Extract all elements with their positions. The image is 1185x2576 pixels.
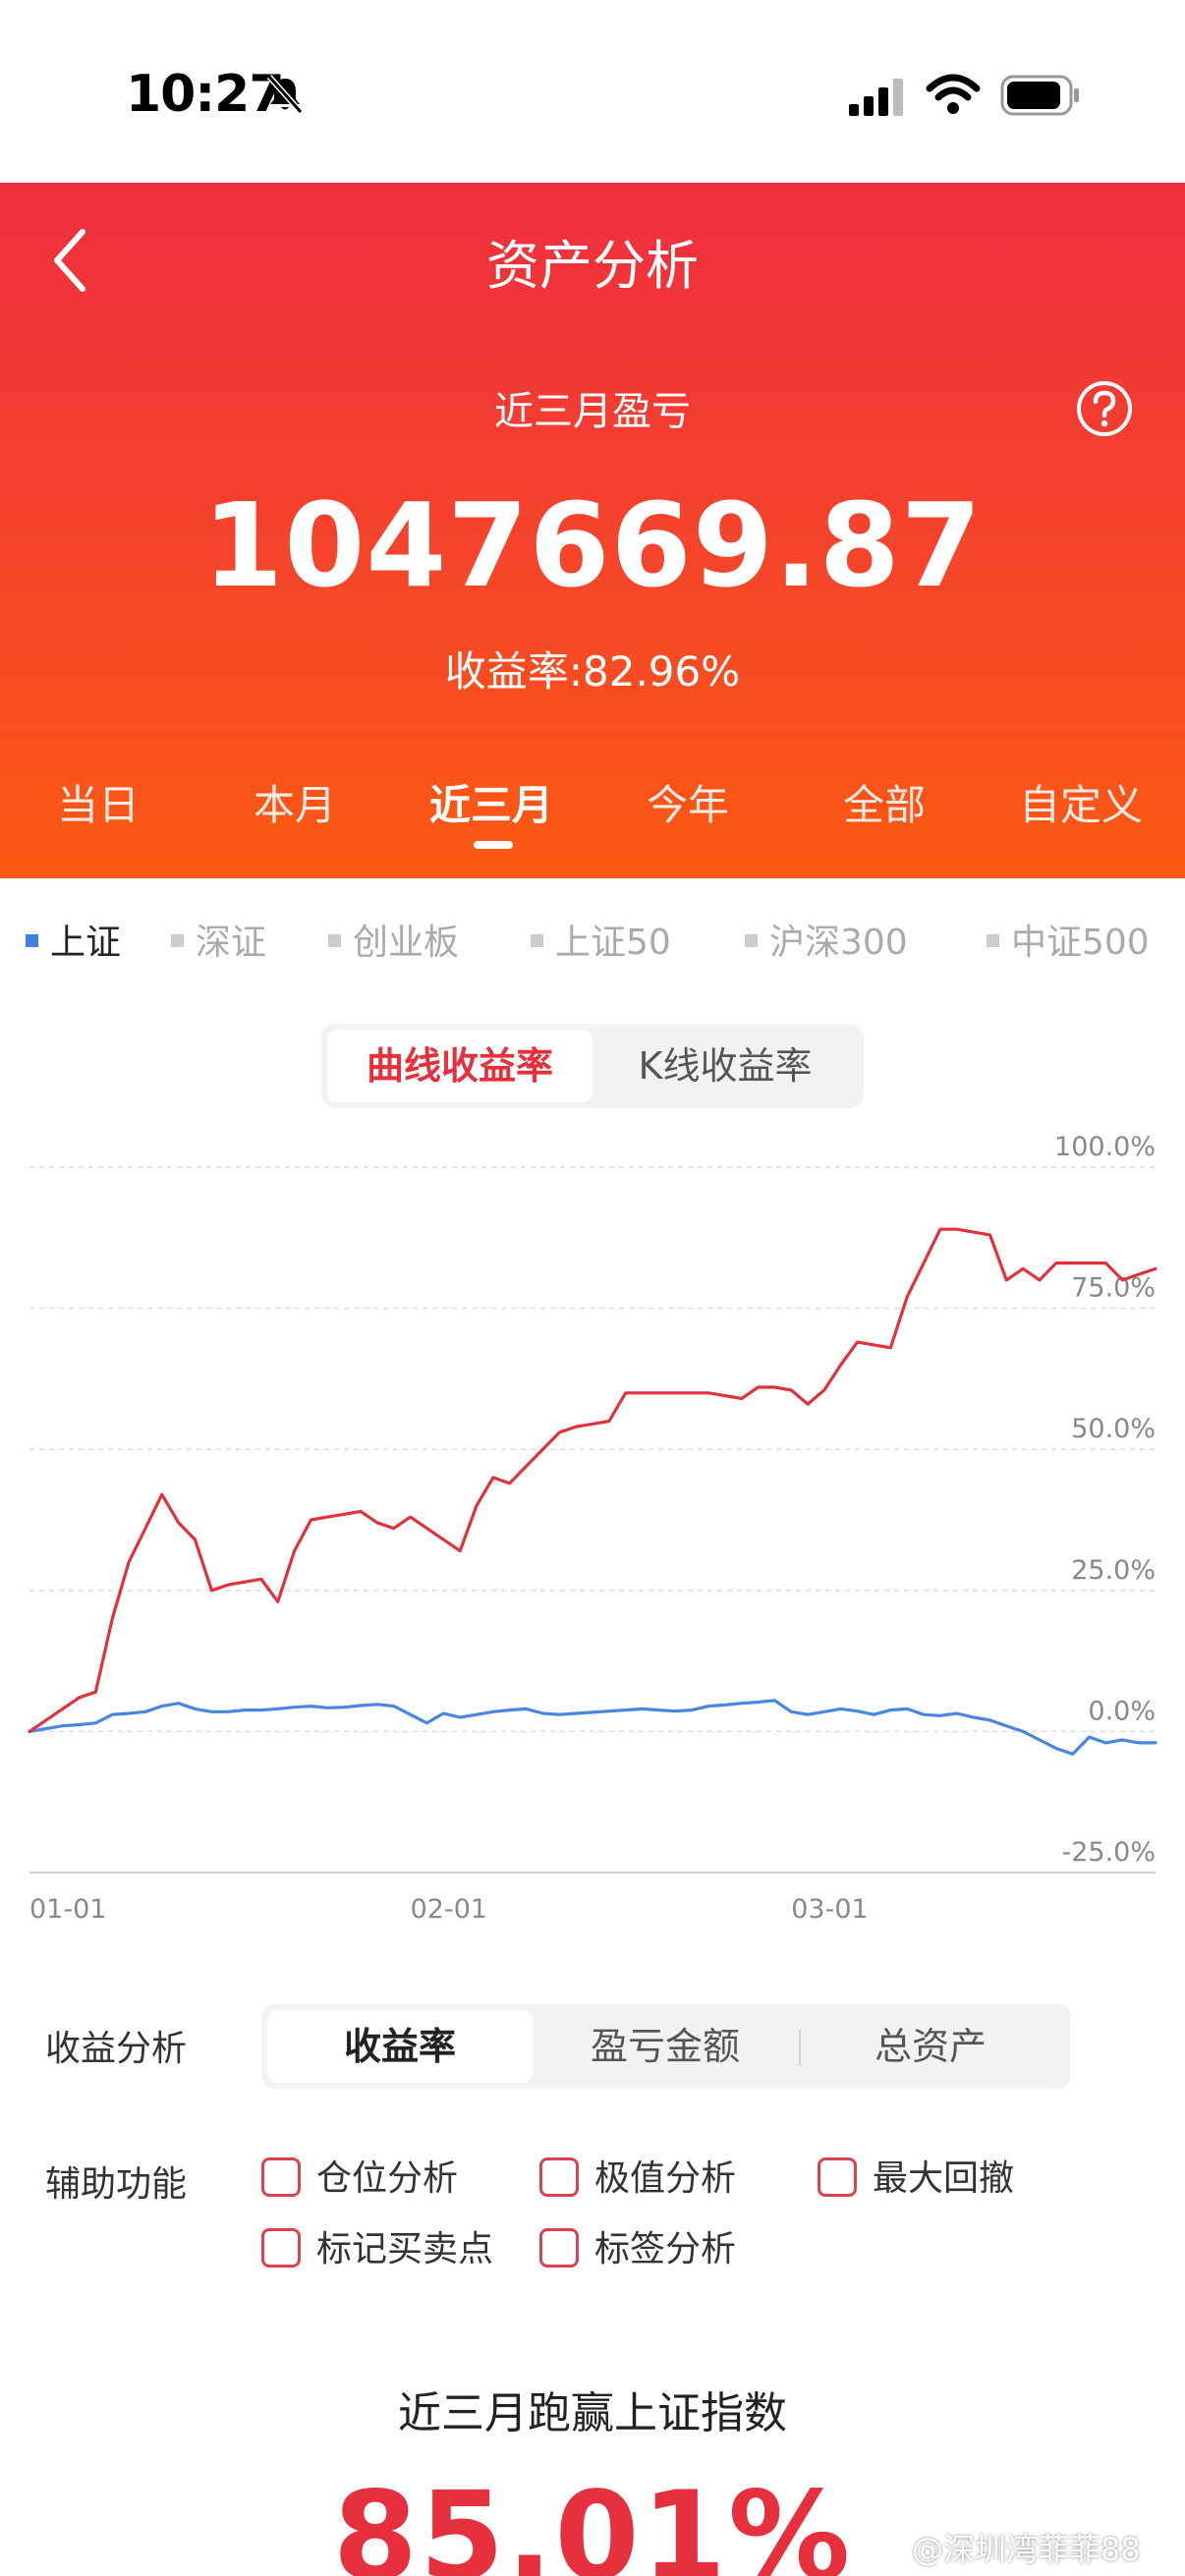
tab-this-month[interactable]: 本月 bbox=[197, 772, 393, 832]
profit-amount-option[interactable]: 盈亏金额 bbox=[533, 2010, 798, 2083]
benchmark-selector: 上证 深证 创业板 上证50 沪深300 中证500 bbox=[0, 914, 1185, 973]
checkbox-label: 极值分析 bbox=[594, 2158, 737, 2199]
benchmark-label: 上证 bbox=[50, 923, 122, 963]
checkbox-icon bbox=[261, 2157, 301, 2197]
battery-icon bbox=[1000, 75, 1079, 116]
checkbox-label: 标签分析 bbox=[594, 2229, 737, 2269]
bell-slash-icon bbox=[266, 75, 304, 114]
total-assets-option[interactable]: 总资产 bbox=[798, 2010, 1063, 2083]
y-tick-label: 75.0% bbox=[1071, 1273, 1156, 1304]
period-profit-label: 近三月盈亏 bbox=[494, 389, 691, 434]
question-circle-icon[interactable] bbox=[1075, 379, 1134, 438]
segment-divider bbox=[799, 2030, 801, 2065]
tab-today[interactable]: 当日 bbox=[0, 772, 197, 832]
page-title: 资产分析 bbox=[486, 235, 699, 297]
y-tick-label: 100.0% bbox=[1054, 1132, 1156, 1162]
chart-mode-toggle: 曲线收益率 K线收益率 bbox=[321, 1024, 864, 1108]
mark-trades-checkbox[interactable]: 标记买卖点 bbox=[261, 2226, 493, 2273]
checkbox-icon bbox=[261, 2228, 301, 2268]
y-tick-label: 50.0% bbox=[1071, 1414, 1156, 1444]
period-tabs: 当日 本月 近三月 今年 全部 自定义 bbox=[0, 772, 1185, 851]
benchmark-chinext[interactable]: 创业板 bbox=[328, 914, 459, 965]
benchmark-label: 深证 bbox=[196, 923, 267, 963]
summary-header: 资产分析 近三月盈亏 1047669.87 收益率:82.96% 当日 本月 近… bbox=[0, 183, 1185, 878]
benchmark-label: 沪深300 bbox=[769, 923, 908, 963]
x-tick-label: 01-01 bbox=[29, 1894, 106, 1925]
benchmark-dot bbox=[745, 933, 758, 947]
active-tab-indicator bbox=[474, 841, 513, 849]
benchmark-label: 上证50 bbox=[555, 923, 671, 963]
x-tick-label: 03-01 bbox=[791, 1894, 868, 1925]
benchmark-shanghai[interactable]: 上证 bbox=[26, 914, 121, 965]
status-bar: 10:27 bbox=[0, 0, 1185, 183]
checkbox-label: 最大回撤 bbox=[873, 2158, 1015, 2199]
portfolio-series-line bbox=[28, 1227, 1157, 1734]
yield-rate-option[interactable]: 收益率 bbox=[267, 2010, 533, 2083]
benchmark-csi300[interactable]: 沪深300 bbox=[745, 914, 908, 965]
kline-yield-option[interactable]: K线收益率 bbox=[592, 1030, 858, 1102]
tab-last-three-months[interactable]: 近三月 bbox=[393, 772, 590, 832]
benchmark-sse50[interactable]: 上证50 bbox=[531, 914, 671, 965]
yield-chart-svg: 100.0% 75.0% 50.0% 25.0% 0.0% -25.0% 01-01 02-0… bbox=[28, 1132, 1157, 1925]
status-time: 10:27 bbox=[126, 65, 285, 124]
y-tick-label: 0.0% bbox=[1088, 1696, 1156, 1726]
checkbox-label: 仓位分析 bbox=[316, 2158, 459, 2199]
watermark-text: @深圳湾菲菲88 bbox=[912, 2531, 1141, 2568]
analysis-label: 收益分析 bbox=[45, 2029, 188, 2069]
benchmark-dot bbox=[328, 933, 341, 947]
benchmark-label: 中证500 bbox=[1011, 923, 1150, 963]
tag-analysis-checkbox[interactable]: 标签分析 bbox=[539, 2226, 736, 2273]
tab-custom[interactable]: 自定义 bbox=[983, 772, 1179, 832]
profit-amount: 1047669.87 bbox=[202, 477, 983, 613]
checkbox-icon bbox=[539, 2157, 579, 2197]
beat-index-label: 近三月跑赢上证指数 bbox=[398, 2388, 787, 2438]
curve-yield-option[interactable]: 曲线收益率 bbox=[327, 1030, 592, 1102]
benchmark-csi500[interactable]: 中证500 bbox=[987, 914, 1150, 965]
benchmark-dot bbox=[171, 933, 184, 947]
benchmark-dot bbox=[26, 933, 38, 947]
tab-all[interactable]: 全部 bbox=[786, 772, 983, 832]
extremum-analysis-checkbox[interactable]: 极值分析 bbox=[539, 2156, 736, 2203]
benchmark-shenzhen[interactable]: 深证 bbox=[171, 914, 266, 965]
benchmark-label: 创业板 bbox=[353, 923, 460, 963]
benchmark-dot bbox=[531, 933, 543, 947]
cellular-signal-icon bbox=[849, 79, 903, 116]
checkbox-label: 标记买卖点 bbox=[316, 2229, 494, 2269]
tab-this-year[interactable]: 今年 bbox=[590, 772, 786, 832]
yield-rate: 收益率:82.96% bbox=[444, 647, 741, 696]
analysis-toggle: 收益率 盈亏金额 总资产 bbox=[261, 2004, 1071, 2089]
checkbox-icon bbox=[818, 2157, 857, 2197]
x-tick-label: 02-01 bbox=[411, 1894, 487, 1925]
checkbox-icon bbox=[539, 2228, 579, 2268]
y-tick-label: -25.0% bbox=[1061, 1837, 1156, 1868]
yield-chart: 100.0% 75.0% 50.0% 25.0% 0.0% -25.0% 01-01 02-0… bbox=[0, 1120, 1185, 1945]
y-tick-label: 25.0% bbox=[1071, 1555, 1156, 1586]
max-drawdown-checkbox[interactable]: 最大回撤 bbox=[818, 2156, 1014, 2203]
position-analysis-checkbox[interactable]: 仓位分析 bbox=[261, 2156, 458, 2203]
wifi-icon bbox=[926, 74, 981, 114]
assist-label: 辅助功能 bbox=[45, 2164, 188, 2205]
index-series-line bbox=[28, 1699, 1157, 1757]
benchmark-dot bbox=[987, 933, 999, 947]
